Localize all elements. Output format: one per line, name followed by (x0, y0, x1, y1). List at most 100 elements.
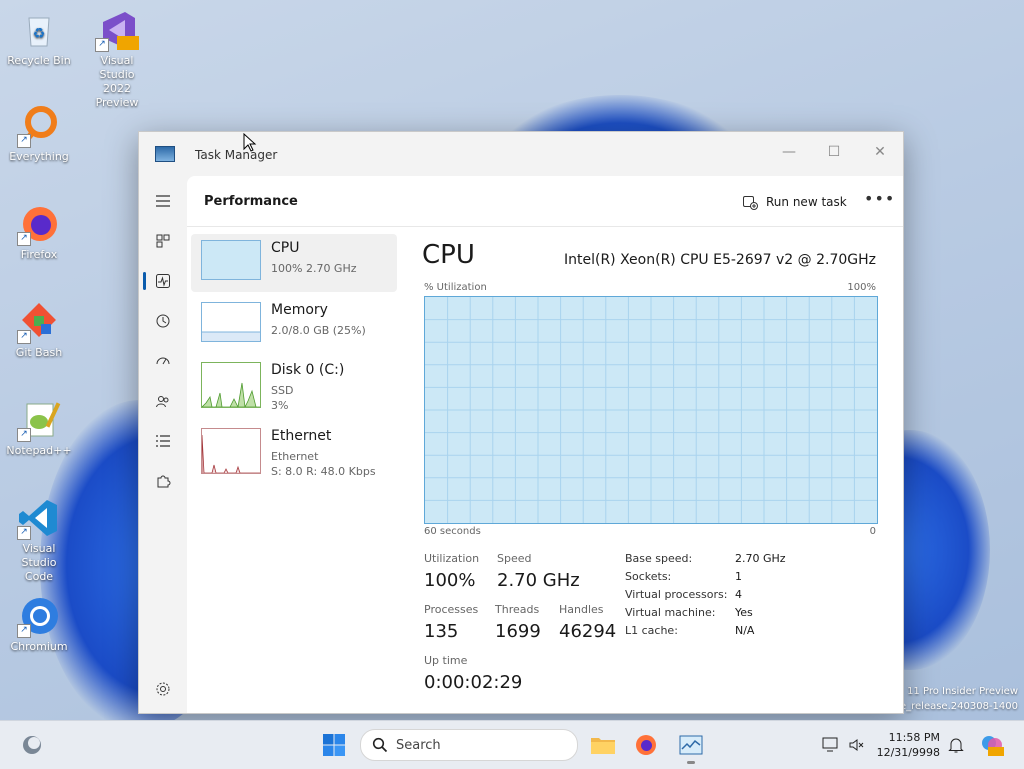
nav-users[interactable] (149, 387, 177, 415)
speed-value: 2.70 GHz (497, 570, 580, 591)
hamburger-icon (156, 195, 170, 207)
utilization-label: Utilization (424, 552, 480, 565)
graph-utilization-label: % Utilization (424, 282, 487, 293)
startup-gauge-icon (156, 357, 170, 365)
graph-time-label: 60 seconds (424, 526, 481, 537)
resource-detail: 2.0/8.0 GB (25%) (271, 324, 366, 337)
resource-item-ethernet[interactable]: Ethernet Ethernet S: 8.0 R: 48.0 Kbps (191, 422, 397, 480)
notifications-button[interactable] (942, 731, 970, 759)
uptime-label: Up time (424, 654, 468, 667)
cpu-utilization-graph (424, 296, 878, 524)
utilization-value: 100% (424, 570, 476, 591)
system-clock[interactable]: 11:58 PM 12/31/9998 (868, 730, 940, 760)
desktop-icon-firefox[interactable]: ↗ Firefox (4, 202, 74, 262)
minimize-button[interactable]: — (766, 138, 812, 166)
resource-item-disk[interactable]: Disk 0 (C:) SSD 3% (191, 356, 397, 414)
firefox-icon (636, 735, 656, 755)
processes-value: 135 (424, 621, 459, 642)
desktop-icon-chromium[interactable]: ↗ Chromium (4, 594, 74, 654)
desktop-icon-label: Firefox (20, 248, 58, 261)
run-new-task-icon (743, 196, 758, 210)
spec-key: Virtual processors: (625, 588, 728, 601)
copilot-button[interactable] (978, 731, 1006, 759)
file-explorer-folder-icon (591, 738, 615, 754)
resource-name: Ethernet (271, 428, 332, 444)
vscode-icon: ↗ (17, 496, 61, 540)
nav-performance[interactable] (149, 267, 177, 295)
more-options-button[interactable]: ••• (864, 189, 894, 213)
processes-label: Processes (424, 603, 479, 616)
desktop-icon-recycle-bin[interactable]: ♻ Recycle Bin (4, 8, 74, 68)
resource-item-memory[interactable]: Memory 2.0/8.0 GB (25%) (191, 296, 397, 354)
network-disconnected-icon (822, 737, 838, 752)
nav-startup-apps[interactable] (149, 347, 177, 375)
desktop-icon-label-line2: Code (24, 570, 54, 583)
shortcut-arrow-icon: ↗ (17, 330, 31, 344)
file-explorer-button[interactable] (589, 731, 617, 759)
run-new-task-label: Run new task (766, 195, 847, 209)
taskbar-search-box[interactable]: Search (360, 729, 578, 761)
spec-value: 1 (735, 570, 742, 583)
desktop-icon-git-bash[interactable]: ↗ Git Bash (4, 300, 74, 360)
quick-settings-network-button[interactable] (817, 731, 845, 759)
widgets-button[interactable] (18, 731, 46, 759)
spec-key: L1 cache: (625, 624, 678, 637)
spec-value: 2.70 GHz (735, 552, 786, 565)
start-button[interactable] (320, 731, 348, 759)
threads-label: Threads (495, 603, 540, 616)
resource-detail: Ethernet (271, 450, 319, 463)
nav-details[interactable] (149, 427, 177, 455)
desktop-icon-vscode[interactable]: ↗ Visual Studio Code (4, 496, 74, 584)
shortcut-arrow-icon: ↗ (17, 428, 31, 442)
page-header: Performance Run new task ••• (187, 176, 903, 227)
nav-processes[interactable] (149, 227, 177, 255)
desktop-icon-label: Recycle Bin (7, 54, 71, 67)
search-icon (372, 737, 388, 753)
nav-app-history[interactable] (149, 307, 177, 335)
resource-item-cpu[interactable]: CPU 100% 2.70 GHz (191, 234, 397, 292)
desktop-icon-visual-studio-preview[interactable]: ↗ Visual Studio 2022 Preview (82, 8, 152, 110)
close-button[interactable]: ✕ (857, 138, 903, 166)
run-new-task-button[interactable]: Run new task (742, 191, 847, 213)
maximize-button[interactable]: ☐ (811, 138, 857, 166)
taskbar-firefox-button[interactable] (632, 731, 660, 759)
desktop-icon-label: Chromium (10, 640, 68, 653)
chromium-icon: ↗ (17, 594, 61, 638)
svg-text:♻: ♻ (33, 26, 46, 42)
spec-key: Base speed: (625, 552, 693, 565)
desktop-icon-label: Everything (9, 150, 69, 163)
threads-value: 1699 (495, 621, 541, 642)
running-indicator (687, 761, 695, 764)
clock-date: 12/31/9998 (876, 746, 940, 759)
spec-key: Virtual machine: (625, 606, 716, 619)
volume-button[interactable] (842, 731, 870, 759)
desktop-icon-label: Notepad++ (6, 444, 72, 457)
nav-services[interactable] (149, 467, 177, 495)
desktop-icon-label-line2: 2022 Preview (95, 82, 139, 109)
shortcut-arrow-icon: ↗ (95, 38, 109, 52)
resource-detail: SSD (271, 384, 294, 397)
desktop-icon-label: Git Bash (15, 346, 63, 359)
taskbar-task-manager-button[interactable] (677, 731, 705, 759)
shortcut-arrow-icon: ↗ (17, 526, 31, 540)
hamburger-menu-button[interactable] (149, 187, 177, 215)
spec-value: Yes (735, 606, 753, 619)
window-title: Task Manager (195, 148, 278, 162)
shortcut-arrow-icon: ↗ (17, 134, 31, 148)
search-placeholder: Search (396, 738, 441, 753)
graph-max-label: 100% (847, 282, 876, 293)
visual-studio-preview-icon: ↗ (95, 8, 139, 52)
firefox-icon: ↗ (17, 202, 61, 246)
handles-label: Handles (559, 603, 604, 616)
copilot-pre-icon (982, 736, 1004, 756)
speaker-muted-icon (849, 739, 864, 751)
desktop-icon-everything[interactable]: ↗ Everything (4, 104, 74, 164)
taskbar: Search 11:58 PM 12/31/9998 (0, 720, 1024, 769)
details-list-icon (156, 435, 170, 447)
resource-name: CPU (271, 240, 300, 256)
uptime-value: 0:00:02:29 (424, 672, 523, 693)
desktop-icon-notepadplusplus[interactable]: ↗ Notepad++ (4, 398, 74, 458)
resource-detail-2: 3% (271, 399, 289, 412)
bell-icon (948, 738, 964, 753)
nav-settings[interactable] (149, 675, 177, 703)
